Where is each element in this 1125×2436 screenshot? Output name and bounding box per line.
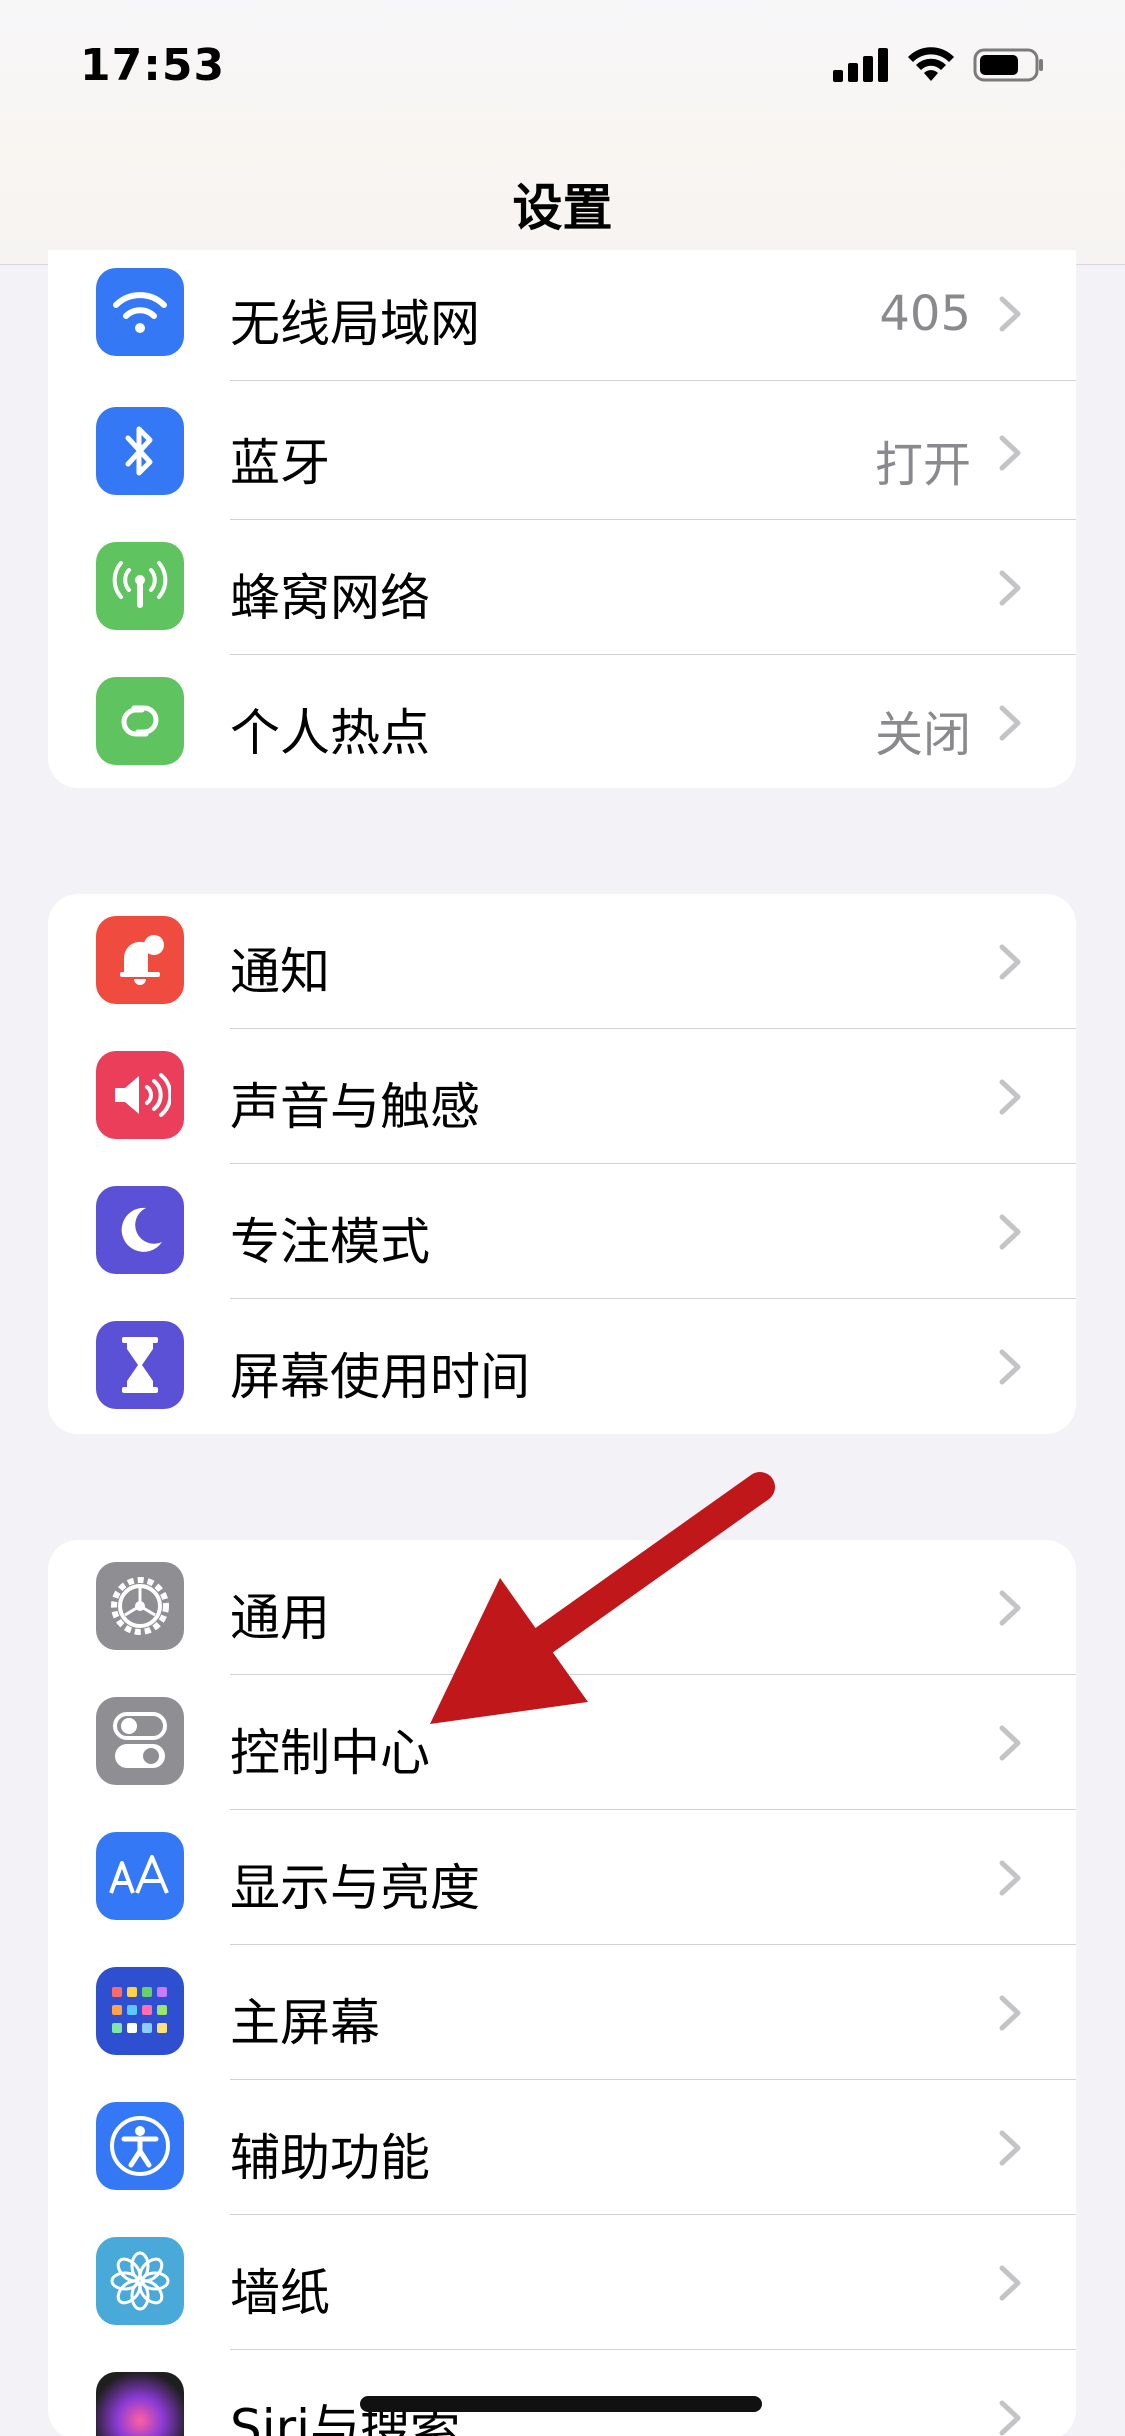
row-value: 405	[879, 286, 971, 342]
notifications-icon	[96, 916, 184, 1004]
row-label: 个人热点	[230, 704, 430, 762]
page-title: 设置	[512, 179, 613, 237]
chevron-right-icon	[999, 2400, 1021, 2436]
row-label: 主屏幕	[230, 1994, 380, 2052]
row-hotspot[interactable]: 个人热点 关闭	[48, 655, 1076, 788]
chevron-right-icon	[999, 570, 1021, 606]
home-screen-icon	[96, 1967, 184, 2055]
row-bluetooth[interactable]: 蓝牙 打开	[48, 385, 1076, 520]
siri-icon	[96, 2372, 184, 2436]
sound-icon	[96, 1051, 184, 1139]
chevron-right-icon	[999, 705, 1021, 741]
chevron-right-icon	[999, 2130, 1021, 2166]
status-icons	[833, 47, 1045, 83]
focus-moon-icon	[96, 1186, 184, 1274]
row-control-center[interactable]: 控制中心	[48, 1675, 1076, 1810]
gear-icon	[96, 1562, 184, 1650]
row-label: 辅助功能	[230, 2129, 430, 2187]
row-accessibility[interactable]: 辅助功能	[48, 2080, 1076, 2215]
navigation-bar: 17:53 设置	[0, 0, 1125, 265]
settings-group-notifications: 通知 声音与触感 专注模式 屏幕使用时间	[48, 894, 1076, 1434]
row-screen-time[interactable]: 屏幕使用时间	[48, 1299, 1076, 1434]
row-display[interactable]: 显示与亮度	[48, 1810, 1076, 1945]
chevron-right-icon	[999, 1349, 1021, 1385]
toggles-icon	[96, 1697, 184, 1785]
row-value: 打开	[874, 437, 971, 493]
bluetooth-icon	[96, 407, 184, 495]
row-label: 蓝牙	[230, 434, 330, 492]
row-notifications[interactable]: 通知	[48, 894, 1076, 1029]
cellular-icon	[96, 542, 184, 630]
row-wallpaper[interactable]: 墙纸	[48, 2215, 1076, 2350]
chevron-right-icon	[999, 1079, 1021, 1115]
row-label: 声音与触感	[230, 1078, 480, 1136]
chevron-right-icon	[999, 1214, 1021, 1250]
row-siri[interactable]: Siri与搜索	[48, 2350, 1076, 2436]
row-label: 通知	[230, 943, 330, 1001]
row-label: 通用	[230, 1589, 330, 1647]
display-aa-icon	[96, 1832, 184, 1920]
wifi-status-icon	[908, 47, 954, 81]
hourglass-icon	[96, 1321, 184, 1409]
chevron-right-icon	[999, 1860, 1021, 1896]
status-time: 17:53	[80, 39, 226, 91]
wallpaper-flower-icon	[96, 2237, 184, 2325]
settings-group-connectivity: 无线局域网 405 蓝牙 打开 蜂窝网络 个人热点 关闭	[48, 250, 1076, 788]
row-label: 屏幕使用时间	[230, 1348, 530, 1406]
battery-icon	[973, 48, 1043, 82]
row-label: 无线局域网	[230, 295, 480, 353]
chevron-right-icon	[999, 296, 1021, 332]
signal-icon	[833, 48, 888, 82]
row-wifi[interactable]: 无线局域网 405	[48, 250, 1076, 381]
wifi-icon	[96, 268, 184, 356]
row-sound[interactable]: 声音与触感	[48, 1029, 1076, 1164]
chevron-right-icon	[999, 1995, 1021, 2031]
accessibility-icon	[96, 2102, 184, 2190]
row-value: 关闭	[874, 707, 971, 763]
chevron-right-icon	[999, 2265, 1021, 2301]
row-label: 显示与亮度	[230, 1859, 480, 1917]
row-label: 墙纸	[230, 2264, 330, 2322]
chevron-right-icon	[999, 1725, 1021, 1761]
status-bar: 17:53	[0, 0, 1125, 140]
row-focus[interactable]: 专注模式	[48, 1164, 1076, 1299]
settings-group-general: 通用 控制中心 显示与亮度 主屏幕 辅助功能 墙纸 Siri与搜索	[48, 1540, 1076, 2436]
row-home-screen[interactable]: 主屏幕	[48, 1945, 1076, 2080]
chevron-right-icon	[999, 944, 1021, 980]
row-cellular[interactable]: 蜂窝网络	[48, 520, 1076, 655]
row-label: 蜂窝网络	[230, 569, 430, 627]
row-label: 控制中心	[230, 1724, 430, 1782]
hotspot-icon	[96, 677, 184, 765]
row-general[interactable]: 通用	[48, 1540, 1076, 1675]
chevron-right-icon	[999, 435, 1021, 471]
separator	[230, 380, 1076, 381]
chevron-right-icon	[999, 1590, 1021, 1626]
row-label: 专注模式	[230, 1213, 430, 1271]
home-indicator	[360, 2396, 762, 2412]
